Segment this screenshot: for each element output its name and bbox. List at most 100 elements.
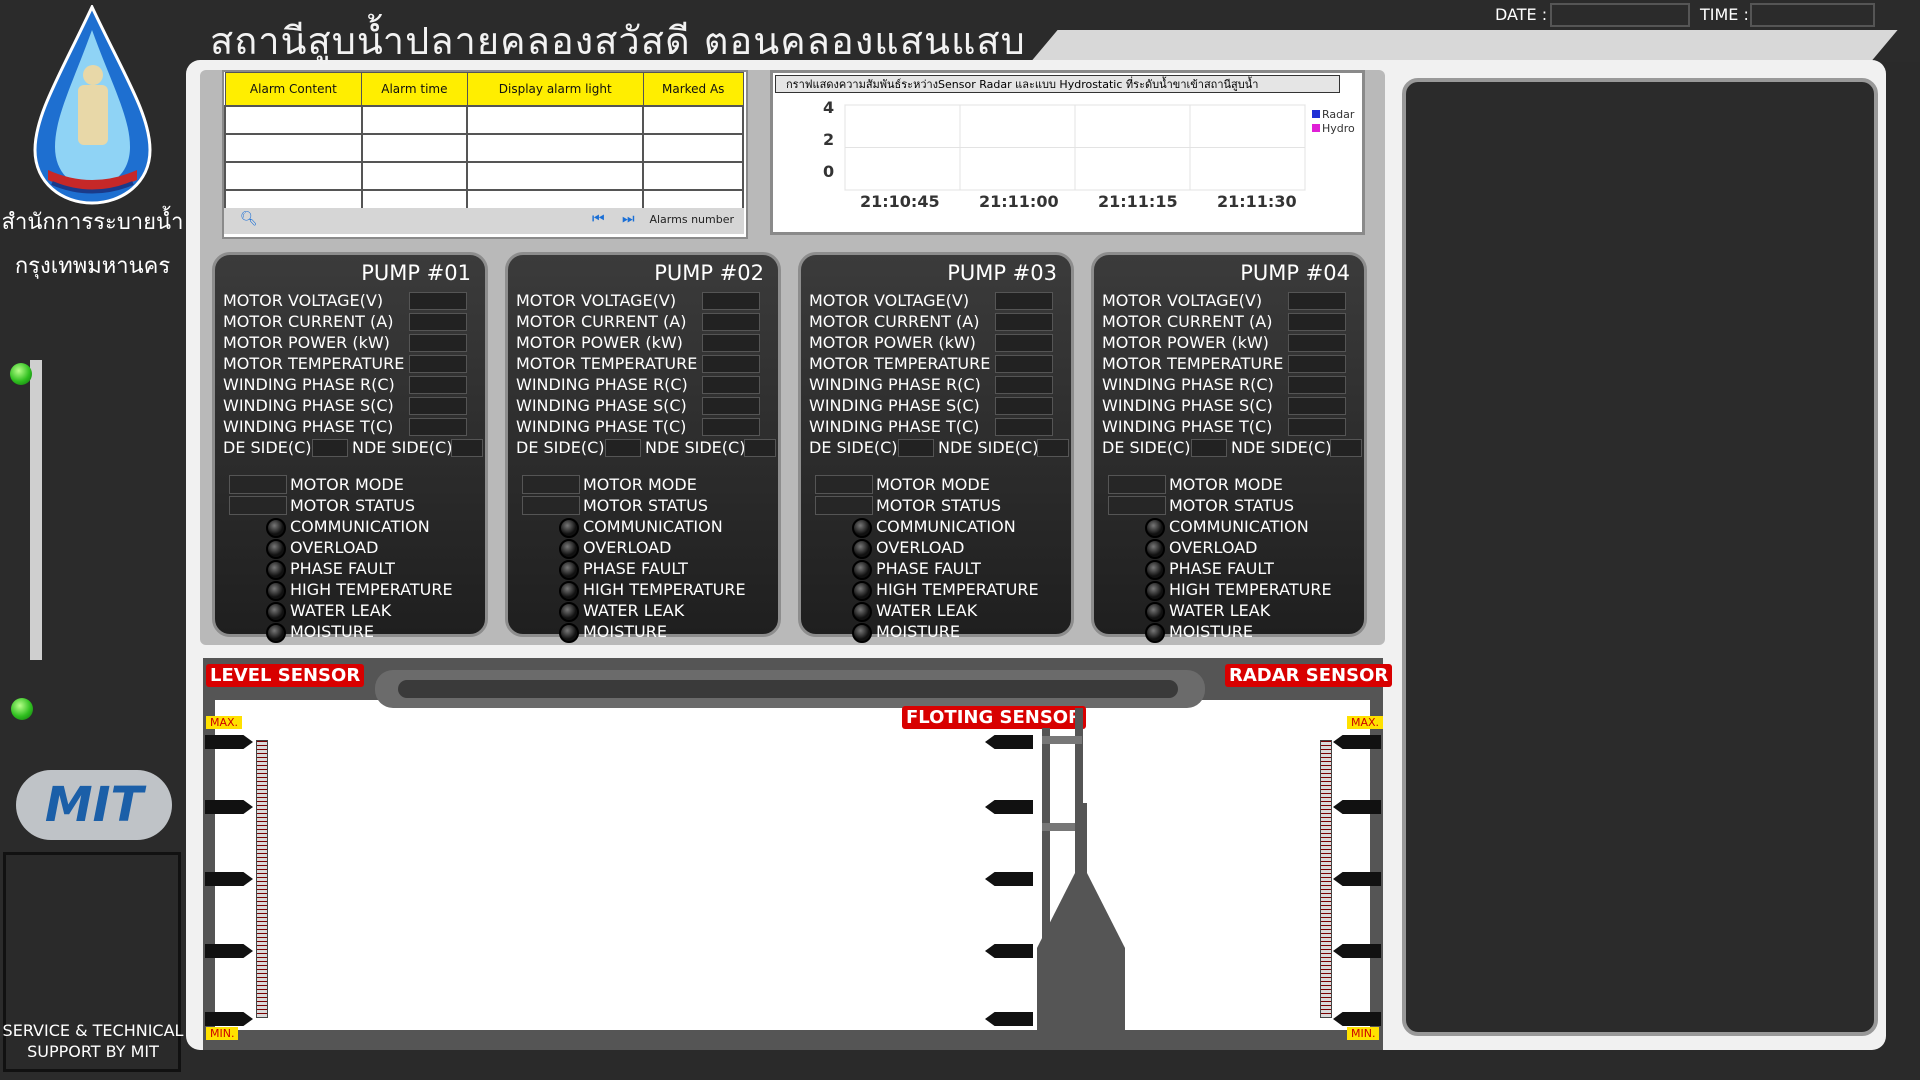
pump-param-label: MOTOR VOLTAGE(V) xyxy=(1102,291,1263,310)
time-field xyxy=(1750,3,1875,27)
pump-status-label: OVERLOAD xyxy=(1169,538,1258,557)
first-page-icon[interactable]: ⏮︎ xyxy=(592,211,605,227)
pump-param-value xyxy=(1288,376,1346,394)
pump-status-indicator xyxy=(852,581,872,601)
trend-title: กราฟแสดงความสัมพันธ์ระหว่างSensor Radar … xyxy=(775,75,1340,93)
last-page-icon[interactable]: ⏭︎ xyxy=(622,211,635,227)
trend-x-tick: 21:11:15 xyxy=(1098,192,1178,211)
org-name-line1: สำนักการระบายน้ำ xyxy=(1,210,184,235)
pump-status-label: PHASE FAULT xyxy=(290,559,395,578)
float-level-marker xyxy=(985,800,1033,814)
pump-status-indicator xyxy=(852,539,872,559)
pump-param-label: MOTOR CURRENT (A) xyxy=(223,312,394,331)
motor-mode-value xyxy=(1108,475,1166,494)
pump-param-value xyxy=(1288,418,1346,436)
pump-param-label: WINDING PHASE T(C) xyxy=(223,417,394,436)
pump-param-value xyxy=(995,313,1053,331)
pump-title: PUMP #01 xyxy=(361,261,471,285)
trend-legend-swatch xyxy=(1312,124,1320,132)
pump-param-label: WINDING PHASE S(C) xyxy=(809,396,980,415)
pump-status-indicator xyxy=(559,560,579,580)
alarm-column-header[interactable]: Alarm time xyxy=(361,72,468,107)
pump-param-value xyxy=(1288,292,1346,310)
right-level-ruler xyxy=(1320,740,1332,1018)
pump-param-value xyxy=(409,397,467,415)
mit-logo: MIT xyxy=(16,770,172,840)
trend-y-tick: 4 xyxy=(823,98,834,117)
motor-status-value xyxy=(815,496,873,515)
pump-param-value xyxy=(702,397,760,415)
pump-param-value xyxy=(995,334,1053,352)
right-display-panel xyxy=(1402,78,1878,1036)
pump-param-label: WINDING PHASE R(C) xyxy=(1102,375,1274,394)
motor-status-value xyxy=(522,496,580,515)
alarm-table: Alarm Content Alarm time Display alarm lig… xyxy=(224,72,744,219)
alarm-column-header[interactable]: Alarm Content xyxy=(224,72,363,107)
nde-side-label: NDE SIDE(C) xyxy=(352,438,453,457)
alarm-footer: 🔍︎ ⏮︎ ⏭︎ Alarms number xyxy=(224,208,744,234)
trend-y-tick: 2 xyxy=(823,130,834,149)
pump-status-label: OVERLOAD xyxy=(290,538,379,557)
alarm-row[interactable] xyxy=(224,105,744,135)
pump-param-value xyxy=(409,418,467,436)
alarm-row[interactable] xyxy=(224,161,744,191)
nde-side-value xyxy=(1037,439,1069,457)
pump-param-value xyxy=(702,376,760,394)
pump-status-indicator xyxy=(852,623,872,643)
alarm-column-header[interactable]: Marked As xyxy=(642,72,744,107)
motor-status-label: MOTOR STATUS xyxy=(876,496,1001,515)
pump-param-label: MOTOR VOLTAGE(V) xyxy=(809,291,970,310)
pump-param-label: MOTOR TEMPERATURE xyxy=(1102,354,1284,373)
date-field xyxy=(1550,3,1690,27)
nde-side-label: NDE SIDE(C) xyxy=(1231,438,1332,457)
pump-status-indicator xyxy=(559,539,579,559)
alarm-row[interactable] xyxy=(224,133,744,163)
de-side-label: DE SIDE(C) xyxy=(223,438,312,457)
pump-param-value xyxy=(1288,334,1346,352)
pump-param-label: WINDING PHASE R(C) xyxy=(223,375,395,394)
pump-status-label: COMMUNICATION xyxy=(876,517,1016,536)
pump-param-label: MOTOR VOLTAGE(V) xyxy=(516,291,677,310)
pump-status-label: HIGH TEMPERATURE xyxy=(876,580,1039,599)
pump-param-value xyxy=(702,313,760,331)
pump-status-indicator xyxy=(559,623,579,643)
pump-param-value xyxy=(702,355,760,373)
pump-param-label: WINDING PHASE T(C) xyxy=(1102,417,1273,436)
pump-status-label: COMMUNICATION xyxy=(1169,517,1309,536)
pump-param-value xyxy=(1288,313,1346,331)
pump-card: PUMP #02 MOTOR VOLTAGE(V) MOTOR CURRENT (A… xyxy=(505,252,781,643)
pump-status-indicator xyxy=(1145,560,1165,580)
alarm-cell xyxy=(360,161,469,191)
left-min-label: MIN. xyxy=(206,1027,239,1040)
alarm-column-header[interactable]: Display alarm light xyxy=(466,72,644,107)
pump-status-indicator xyxy=(266,602,286,622)
pump-status-label: WATER LEAK xyxy=(583,601,685,620)
de-side-value xyxy=(312,439,348,457)
pump-param-label: MOTOR CURRENT (A) xyxy=(809,312,980,331)
motor-mode-value xyxy=(522,475,580,494)
pump-status-label: MOISTURE xyxy=(1169,622,1253,641)
pump-status-indicator xyxy=(852,518,872,538)
nde-side-label: NDE SIDE(C) xyxy=(938,438,1039,457)
left-level-marker xyxy=(205,944,253,958)
pump-param-label: WINDING PHASE S(C) xyxy=(223,396,394,415)
status-led-2 xyxy=(11,698,33,720)
pump-param-label: WINDING PHASE R(C) xyxy=(809,375,981,394)
pump-param-value xyxy=(995,397,1053,415)
pump-status-indicator xyxy=(266,581,286,601)
pump-status-label: PHASE FAULT xyxy=(876,559,981,578)
pump-status-indicator xyxy=(1145,518,1165,538)
floating-sensor-graphic xyxy=(1037,708,1125,1033)
trend-x-tick: 21:11:00 xyxy=(979,192,1059,211)
search-icon[interactable]: 🔍︎ xyxy=(240,211,258,227)
right-max-label: MAX. xyxy=(1347,716,1384,729)
motor-mode-label: MOTOR MODE xyxy=(583,475,697,494)
float-level-marker xyxy=(985,872,1033,886)
pump-param-value xyxy=(1288,397,1346,415)
pump-param-label: WINDING PHASE T(C) xyxy=(516,417,687,436)
alarm-cell xyxy=(466,133,645,163)
pump-status-label: HIGH TEMPERATURE xyxy=(290,580,453,599)
level-sensor-label: LEVEL SENSOR xyxy=(206,664,365,687)
pump-param-label: MOTOR TEMPERATURE xyxy=(809,354,991,373)
motor-mode-label: MOTOR MODE xyxy=(290,475,404,494)
